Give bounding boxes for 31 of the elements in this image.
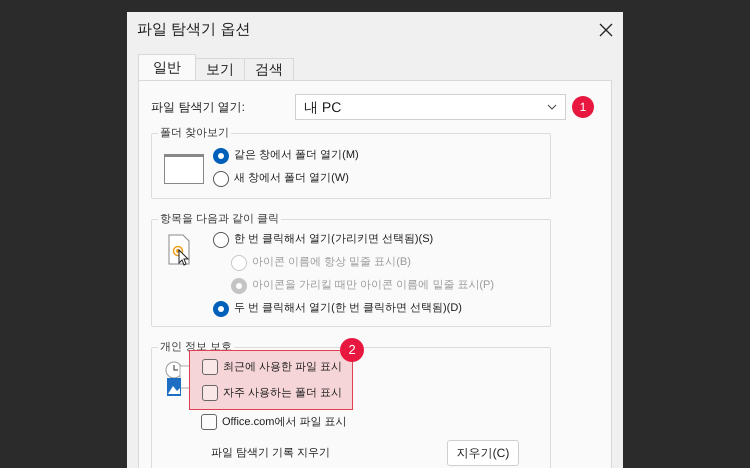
window-icon <box>164 154 204 184</box>
radio-label: 한 번 클릭해서 열기(가리키면 선택됨)(S) <box>234 232 434 248</box>
radio-label: 두 번 클릭해서 열기(한 번 클릭하면 선택됨)(D) <box>234 301 462 316</box>
checkbox[interactable] <box>202 385 218 401</box>
tab[interactable]: 일반 <box>138 54 196 80</box>
checkbox[interactable] <box>202 359 218 375</box>
checkbox-label: 자주 사용하는 폴더 표시 <box>223 386 342 401</box>
radio-label: 아이콘을 가리킬 때만 아이콘 이름에 밑줄 표시(P) <box>252 278 494 294</box>
radio-button[interactable] <box>213 300 229 316</box>
clear-history-label: 파일 탐색기 기록 지우기 <box>211 446 332 461</box>
checkbox-label: Office.com에서 파일 표시 <box>222 414 346 430</box>
checkbox[interactable] <box>201 414 217 430</box>
close-icon[interactable] <box>599 23 613 37</box>
radio-label: 같은 창에서 폴더 열기(M) <box>234 148 359 164</box>
window-title: 파일 탐색기 옵션 <box>137 20 250 40</box>
checkbox-label: 최근에 사용한 파일 표시 <box>223 360 342 375</box>
dropdown[interactable]: 내 PC <box>295 94 566 120</box>
radio-button[interactable] <box>213 170 229 186</box>
radio-label: 새 창에서 폴더 열기(W) <box>234 171 349 186</box>
group-legend: 항목을 다음과 같이 클릭 <box>158 211 282 227</box>
document-cursor-icon <box>168 234 192 268</box>
annotation-badge: 2 <box>340 338 364 362</box>
group-legend: 폴더 찾아보기 <box>158 125 232 141</box>
radio-label: 아이콘 이름에 항상 밑줄 표시(B) <box>252 255 411 270</box>
radio-button[interactable] <box>213 232 229 248</box>
radio-button[interactable] <box>213 148 229 164</box>
chevron-down-icon <box>547 104 557 110</box>
field-label: 파일 탐색기 열기: <box>151 99 246 116</box>
annotation-badge: 1 <box>572 96 594 118</box>
tab[interactable]: 검색 <box>244 58 294 80</box>
clear-button[interactable]: 지우기(C) <box>447 440 519 466</box>
